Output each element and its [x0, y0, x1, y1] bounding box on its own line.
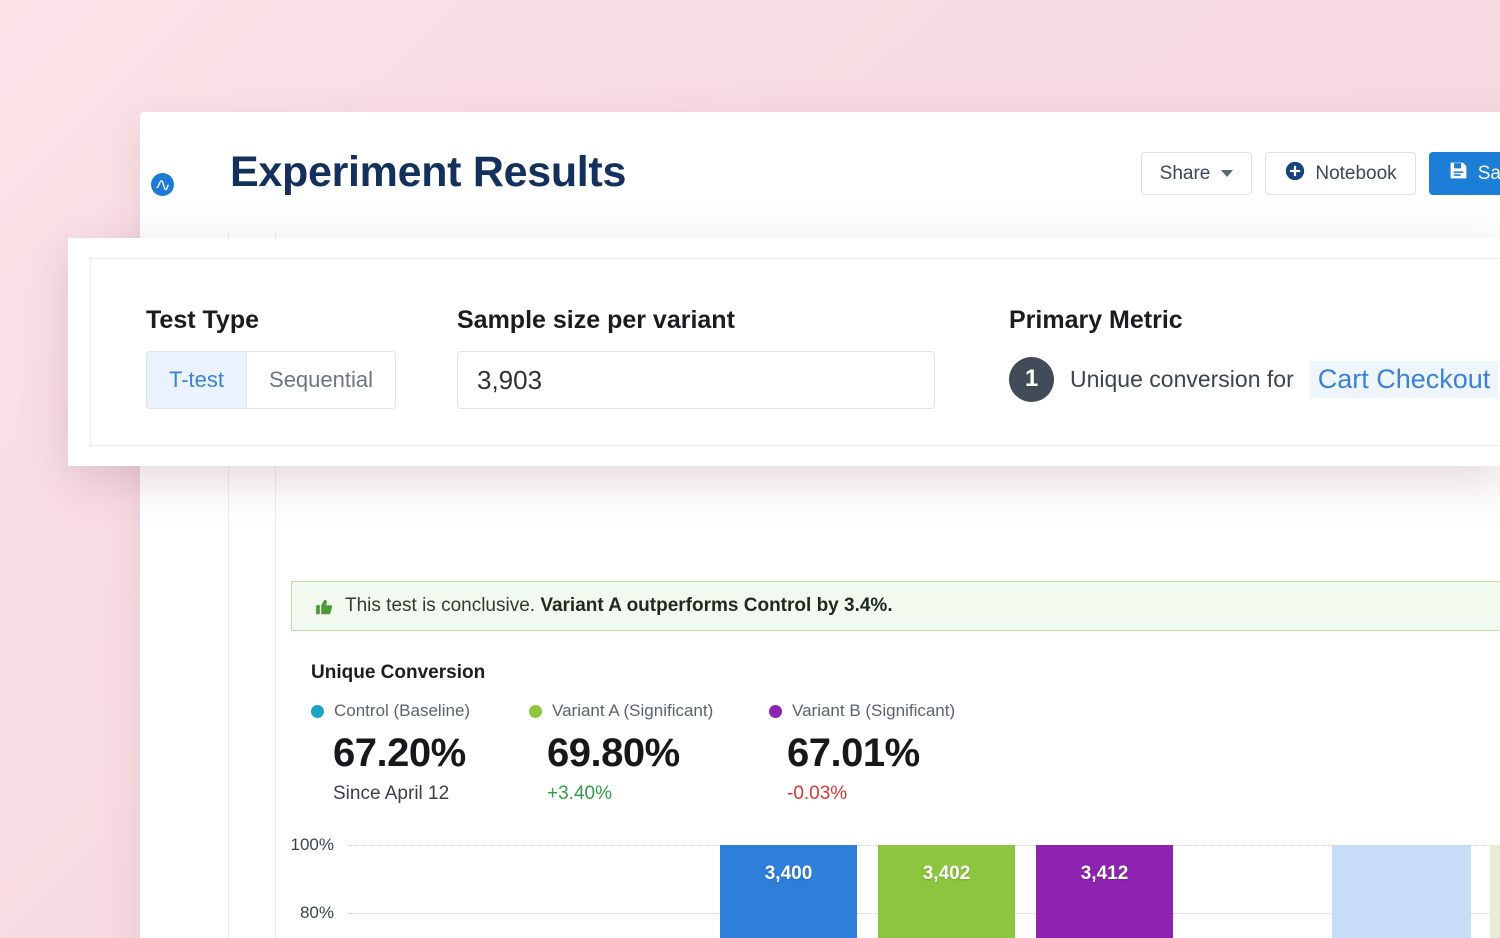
primary-metric-row: 1 Unique conversion for Cart Checkout [1009, 351, 1498, 407]
chart-y-axis: 100%80%60%40% [276, 832, 342, 938]
variant-summary-row: Control (Baseline) 67.20% Since April 12… [311, 700, 1009, 805]
metric-index-badge: 1 [1009, 357, 1054, 402]
variant-sub-control: Since April 12 [333, 783, 529, 805]
floppy-disk-icon [1448, 160, 1469, 187]
chart-bar-label: 3,400 [720, 863, 857, 885]
app-header: Experiment Results Share Notebook [184, 112, 1500, 233]
chart-bar-segment [720, 845, 857, 938]
conclusive-banner-text: This test is conclusive. Variant A outpe… [345, 595, 893, 617]
share-button[interactable]: Share [1141, 152, 1253, 195]
test-type-field: Test Type T-test Sequential [146, 306, 396, 409]
left-rail [140, 112, 185, 938]
variant-sub-b: -0.03% [787, 783, 1009, 805]
chart-bar[interactable]: 3,412 [1036, 845, 1173, 938]
chart-bar-label: 3,412 [1036, 863, 1173, 885]
app-window: Experiment Results Share Notebook [140, 112, 1500, 938]
variant-value-a: 69.80% [547, 731, 769, 776]
share-button-label: Share [1160, 163, 1211, 185]
legend-entry-control[interactable]: Control (Baseline) [311, 700, 529, 722]
chart-bar-segment [1036, 845, 1173, 938]
chart-bar[interactable]: 3,400 [1332, 845, 1471, 938]
primary-metric-field: Primary Metric 1 Unique conversion for C… [1009, 306, 1498, 407]
chart-y-tick-label: 80% [300, 903, 334, 923]
legend-dot-control [311, 705, 324, 718]
chart-bar-segment-upper [1490, 845, 1500, 938]
notebook-button-label: Notebook [1315, 163, 1396, 185]
plus-circle-icon [1284, 160, 1306, 188]
test-type-option-sequential[interactable]: Sequential [247, 352, 395, 408]
test-type-segmented-control[interactable]: T-test Sequential [146, 351, 396, 409]
chart-plot-area: 3,4003,4023,4123,4003,4023,412 [348, 832, 1500, 938]
chart-bar[interactable]: 3,402 [1490, 845, 1500, 938]
test-type-option-t-test[interactable]: T-test [147, 352, 247, 408]
chart-bar[interactable]: 3,402 [878, 845, 1015, 938]
chart-bar[interactable]: 3,400 [720, 845, 857, 938]
variant-value-control: 67.20% [333, 731, 529, 776]
conclusive-banner: This test is conclusive. Variant A outpe… [291, 581, 1500, 631]
variant-summary-control: Control (Baseline) 67.20% Since April 12 [311, 700, 529, 805]
legend-dot-variant-a [529, 705, 542, 718]
metric-section-title: Unique Conversion [311, 662, 485, 684]
screenshot-root: Experiment Results Share Notebook [0, 0, 1500, 938]
save-button-label: Save [1478, 163, 1500, 185]
notebook-button[interactable]: Notebook [1265, 152, 1415, 195]
banner-text-plain: This test is conclusive. [345, 595, 540, 616]
variant-value-b: 67.01% [787, 731, 1009, 776]
variant-summary-a: Variant A (Significant) 69.80% +3.40% [529, 700, 769, 805]
banner-text-bold: Variant A outperforms Control by 3.4%. [540, 595, 892, 616]
variant-sub-a: +3.40% [547, 783, 769, 805]
legend-label-variant-a: Variant A (Significant) [552, 701, 713, 721]
legend-entry-variant-a[interactable]: Variant A (Significant) [529, 700, 769, 722]
sample-size-field: Sample size per variant 3,903 [457, 306, 935, 409]
chart-bar-segment [878, 845, 1015, 938]
amplitude-logo-icon[interactable] [151, 173, 174, 196]
chart-bar-label: 3,402 [878, 863, 1015, 885]
legend-dot-variant-b [769, 705, 782, 718]
legend-label-variant-b: Variant B (Significant) [792, 701, 955, 721]
conversion-bar-chart: 100%80%60%40% 3,4003,4023,4123,4003,4023… [276, 832, 1500, 938]
sample-size-label: Sample size per variant [457, 306, 935, 335]
primary-metric-event-chip[interactable]: Cart Checkout [1310, 361, 1499, 398]
header-actions: Share Notebook [1141, 152, 1500, 195]
experiment-settings-panel: Test Type T-test Sequential Sample size … [68, 238, 1500, 466]
chart-bar-segment-upper [1332, 845, 1471, 938]
sample-size-input[interactable]: 3,903 [457, 351, 935, 409]
chart-y-tick-label: 100% [291, 835, 334, 855]
chevron-down-icon [1221, 170, 1233, 177]
save-button[interactable]: Save [1429, 152, 1500, 195]
page-title: Experiment Results [230, 148, 626, 197]
primary-metric-label: Primary Metric [1009, 306, 1498, 335]
legend-label-control: Control (Baseline) [334, 701, 470, 721]
legend-entry-variant-b[interactable]: Variant B (Significant) [769, 700, 1009, 722]
experiment-settings-card: Test Type T-test Sequential Sample size … [90, 258, 1500, 446]
primary-metric-description: Unique conversion for [1070, 366, 1294, 393]
test-type-label: Test Type [146, 306, 396, 335]
thumbs-up-icon [313, 595, 335, 617]
variant-summary-b: Variant B (Significant) 67.01% -0.03% [769, 700, 1009, 805]
